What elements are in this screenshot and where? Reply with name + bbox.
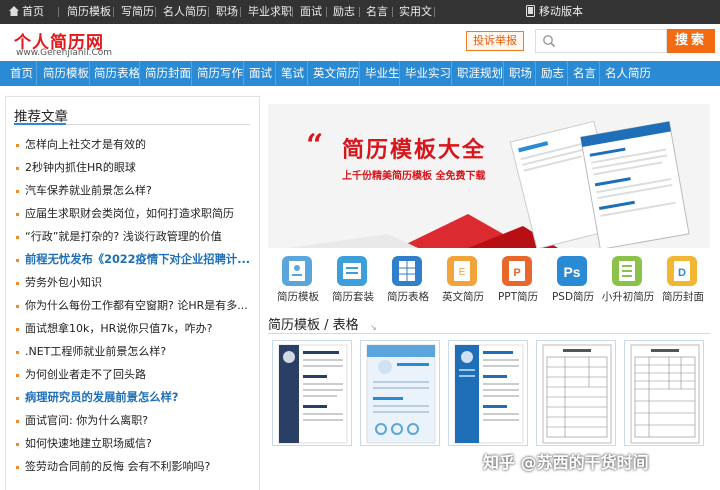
nav-item-templates[interactable]: 简历模板 [43, 61, 89, 86]
ppt-resume-icon: P [502, 256, 532, 286]
zhihu-watermark: 知乎 @苏西的干货时间 [483, 453, 649, 472]
nav-item-career[interactable]: 职涯规划 [457, 61, 503, 86]
template-thumbnail[interactable] [536, 340, 616, 446]
category-primary-resume[interactable]: 小升初简历 [598, 256, 658, 306]
article-link[interactable]: 应届生求职财会类岗位，如何打造求职简历 [16, 204, 256, 224]
header: 个人简历网 www.Gerenjianli.Com 投诉举报 搜索 [0, 24, 720, 60]
article-link[interactable]: 签劳动合同前的反悔 会有不利影响吗? [16, 457, 256, 477]
article-link[interactable]: 你为什么每份工作都有空窗期? 论HR是有多... [16, 296, 256, 316]
topbar-link-practical[interactable]: 实用文 [399, 0, 432, 24]
nav-item-written-test[interactable]: 笔试 [281, 61, 304, 86]
category-label: 英文简历 [442, 291, 484, 303]
banner-quote-mark: “ [306, 128, 324, 163]
svg-text:D: D [678, 267, 686, 279]
nav-item-inspire[interactable]: 励志 [541, 61, 564, 86]
category-label: PPT简历 [497, 291, 539, 303]
main-nav: 首页 简历模板 简历表格 简历封面 简历写作 面试 笔试 英文简历 毕业生 毕业… [0, 61, 720, 86]
category-ppt-resume[interactable]: P PPT简历 [488, 256, 548, 306]
nav-item-interview[interactable]: 面试 [249, 61, 272, 86]
nav-item-celebrity[interactable]: 名人简历 [605, 61, 651, 86]
article-link[interactable]: 如何快速地建立职场威信? [16, 434, 256, 454]
article-link[interactable]: .NET工程师就业前景怎么样? [16, 342, 256, 362]
psd-resume-icon: Ps [557, 256, 587, 286]
section-title[interactable]: 简历模板 / 表格 [268, 314, 359, 333]
svg-text:E: E [459, 267, 466, 278]
template-thumbnail[interactable] [624, 340, 704, 446]
category-label: 简历模板 [277, 291, 319, 303]
report-button[interactable]: 投诉举报 [466, 31, 524, 51]
home-icon[interactable] [8, 0, 20, 24]
nav-item-graduates[interactable]: 毕业生 [365, 61, 400, 86]
article-link-highlight[interactable]: 前程无忧发布《2022疫情下对企业招聘计... [16, 250, 256, 270]
category-resume-set[interactable]: 简历套装 [323, 256, 383, 306]
category-label: PSD简历 [551, 291, 595, 303]
topbar-link-quotes[interactable]: 名言 [366, 0, 388, 24]
nav-item-quotes[interactable]: 名言 [573, 61, 596, 86]
banner-graphic [268, 104, 710, 248]
banner-subtitle: 上千份精美简历模板 全免费下载 [342, 171, 486, 182]
nav-item-internship[interactable]: 毕业实习 [405, 61, 451, 86]
category-label: 小升初简历 [601, 291, 655, 303]
topbar-link-write[interactable]: 写简历 [121, 0, 154, 24]
promo-banner[interactable]: “ 简历模板大全 上千份精美简历模板 全免费下载 [268, 104, 710, 248]
logo-url: www.Gerenjianli.Com [16, 48, 113, 58]
article-link[interactable]: 为何创业者走不了回头路 [16, 365, 256, 385]
nav-item-covers[interactable]: 简历封面 [145, 61, 191, 86]
category-english-resume[interactable]: E 英文简历 [433, 256, 493, 306]
nav-item-workplace[interactable]: 职场 [509, 61, 532, 86]
template-thumbnail[interactable] [272, 340, 352, 446]
article-link[interactable]: 劳务外包小知识 [16, 273, 256, 293]
arrow-icon: ↘ [370, 323, 377, 332]
mobile-icon[interactable] [526, 0, 535, 24]
svg-text:Ps: Ps [563, 264, 580, 280]
recommended-articles-panel: 推荐文章 怎样向上社交才是有效的 2秒钟内抓住HR的眼球 汽车保养就业前景怎么样… [5, 96, 260, 490]
resume-template-icon [282, 256, 312, 286]
banner-title: 简历模板大全 [342, 137, 487, 163]
article-link[interactable]: 汽车保养就业前景怎么样? [16, 181, 256, 201]
topbar-link-celebrity[interactable]: 名人简历 [163, 0, 207, 24]
resume-table-icon [392, 256, 422, 286]
article-link[interactable]: 2秒钟内抓住HR的眼球 [16, 158, 256, 178]
topbar-link-jobseeking[interactable]: 毕业求职 [248, 0, 292, 24]
nav-item-home[interactable]: 首页 [10, 61, 33, 86]
mobile-version-link[interactable]: 移动版本 [539, 0, 583, 24]
primary-resume-icon [612, 256, 642, 286]
nav-item-writing[interactable]: 简历写作 [197, 61, 243, 86]
topbar-link-interview[interactable]: 面试 [300, 0, 322, 24]
category-resume-cover[interactable]: D 简历封面 [653, 256, 713, 306]
nav-item-english[interactable]: 英文简历 [313, 61, 359, 86]
template-thumbnail[interactable] [360, 340, 440, 446]
search-icon [543, 35, 556, 48]
topbar-link-templates[interactable]: 简历模板 [67, 0, 111, 24]
article-link[interactable]: 面试官问: 你为什么离职? [16, 411, 256, 431]
template-thumbnail[interactable] [448, 340, 528, 446]
nav-item-tables[interactable]: 简历表格 [94, 61, 140, 86]
svg-text:P: P [513, 267, 520, 279]
top-bar: 首页 简历模板 写简历 名人简历 职场 毕业求职 面试 励志 名言 实用文 移动… [0, 0, 720, 24]
article-link[interactable]: “行政”就是打杂的? 浅谈行政管理的价值 [16, 227, 256, 247]
category-label: 简历套装 [332, 291, 374, 303]
category-resume-table[interactable]: 简历表格 [378, 256, 438, 306]
search-button[interactable]: 搜索 [667, 29, 715, 53]
search-input[interactable] [535, 29, 667, 53]
topbar-link-workplace[interactable]: 职场 [216, 0, 238, 24]
category-label: 简历表格 [387, 291, 429, 303]
category-icons: 简历模板 简历套装 简历表格 E 英文简历 P PPT简历 Ps PSD简历 小… [268, 256, 710, 306]
resume-cover-icon: D [667, 256, 697, 286]
site-logo[interactable]: 个人简历网 www.Gerenjianli.Com [14, 28, 124, 58]
recommended-title: 推荐文章 [14, 109, 68, 125]
topbar-link-inspire[interactable]: 励志 [333, 0, 355, 24]
category-psd-resume[interactable]: Ps PSD简历 [543, 256, 603, 306]
category-resume-template[interactable]: 简历模板 [268, 256, 328, 306]
category-label: 简历封面 [662, 291, 704, 303]
article-link[interactable]: 面试想拿10k，HR说你只值7k，咋办? [16, 319, 256, 339]
english-resume-icon: E [447, 256, 477, 286]
topbar-link-home[interactable]: 首页 [22, 0, 44, 24]
resume-set-icon [337, 256, 367, 286]
article-link[interactable]: 怎样向上社交才是有效的 [16, 135, 256, 155]
article-link-highlight[interactable]: 病理研究员的发展前景怎么样? [16, 388, 256, 408]
